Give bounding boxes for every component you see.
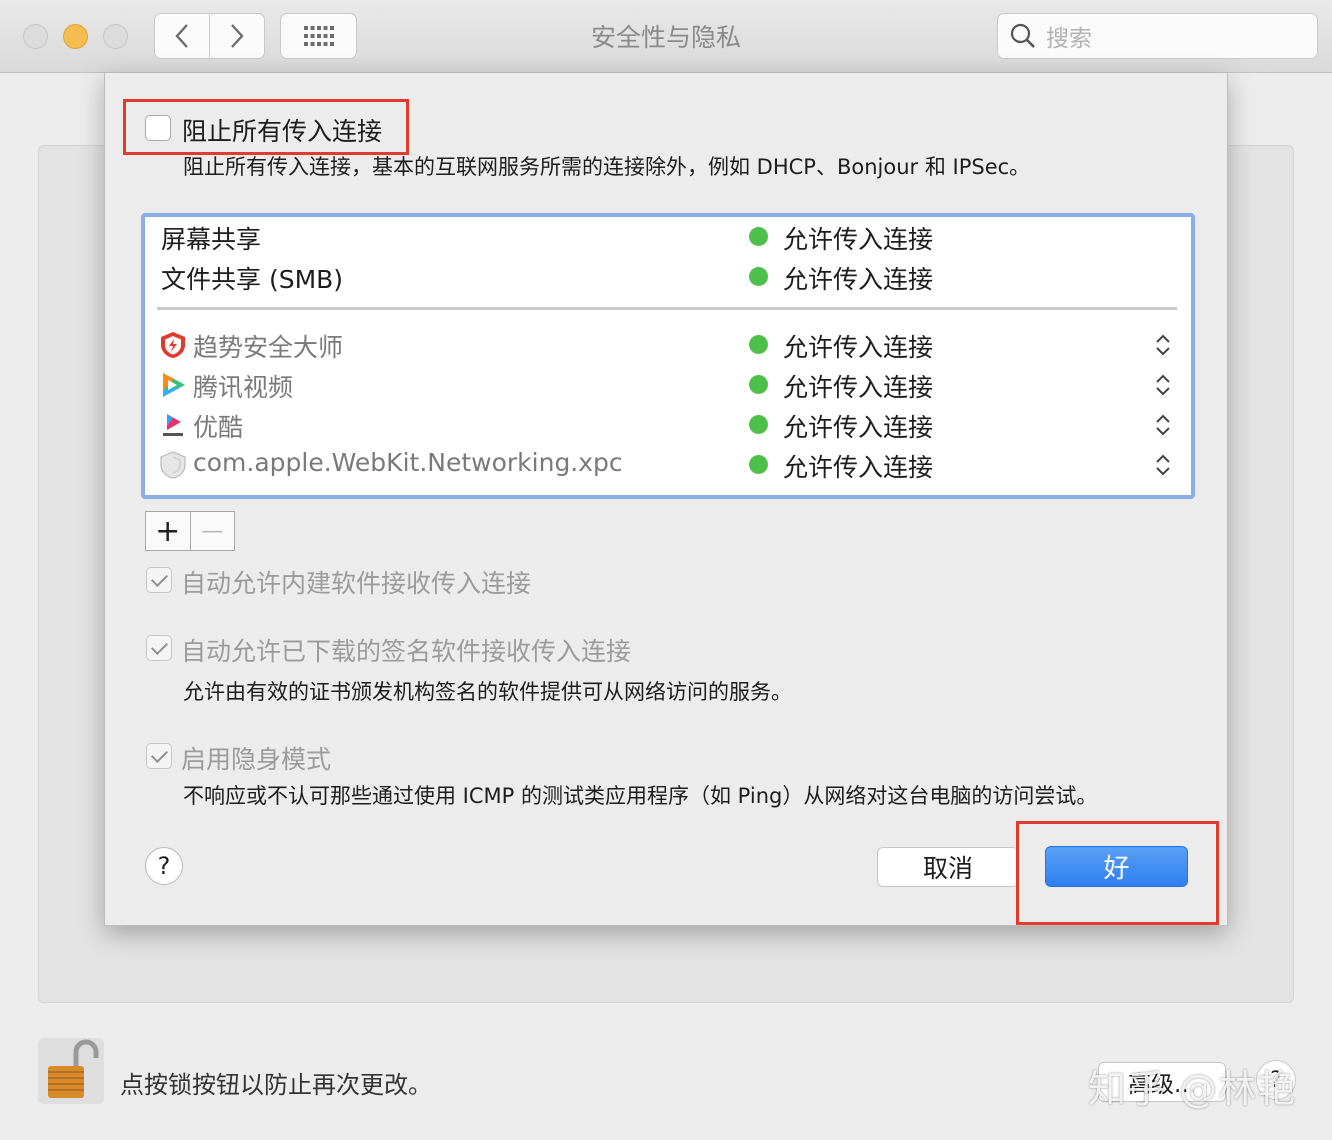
title-bar: 安全性与隐私 搜索 xyxy=(0,0,1332,73)
search-field[interactable]: 搜索 xyxy=(997,13,1318,59)
stealth-mode-checkbox[interactable] xyxy=(146,743,172,769)
stealth-mode-label: 启用隐身模式 xyxy=(181,745,332,774)
list-item[interactable]: 屏幕共享 允许传入连接 xyxy=(145,217,1191,257)
generic-app-icon xyxy=(160,451,186,479)
help-button[interactable]: ? xyxy=(145,847,183,885)
list-item[interactable]: 优酷 允许传入连接 xyxy=(145,405,1191,445)
youku-icon xyxy=(163,414,183,436)
auto-allow-builtin-checkbox[interactable] xyxy=(146,567,172,593)
app-status: 允许传入连接 xyxy=(783,373,934,402)
unlocked-padlock-icon xyxy=(48,1039,99,1098)
cancel-button[interactable]: 取消 xyxy=(877,847,1019,887)
search-placeholder: 搜索 xyxy=(1046,26,1092,52)
app-status: 允许传入连接 xyxy=(783,413,934,442)
app-status: 允许传入连接 xyxy=(783,453,934,482)
app-name: 腾讯视频 xyxy=(193,373,294,402)
list-item[interactable]: 腾讯视频 允许传入连接 xyxy=(145,365,1191,405)
watermark: 知乎 @林艳 xyxy=(1088,1067,1297,1111)
add-app-button[interactable]: + xyxy=(146,512,190,550)
app-status: 允许传入连接 xyxy=(783,333,934,362)
chevron-up-down-icon[interactable] xyxy=(1153,411,1173,439)
auto-allow-signed-checkbox[interactable] xyxy=(146,635,172,661)
tencent-video-icon xyxy=(163,373,185,397)
service-name: 文件共享 (SMB) xyxy=(161,265,344,294)
auto-allow-signed-label: 自动允许已下载的签名软件接收传入连接 xyxy=(181,637,632,666)
service-name: 屏幕共享 xyxy=(161,225,262,254)
list-item[interactable]: 文件共享 (SMB) 允许传入连接 xyxy=(145,257,1191,297)
list-separator xyxy=(157,307,1177,310)
chevron-up-down-icon[interactable] xyxy=(1153,451,1173,479)
add-remove-control: + — xyxy=(145,511,235,551)
status-dot xyxy=(749,415,768,434)
auto-allow-signed-description: 允许由有效的证书颁发机构签名的软件提供可从网络访问的服务。 xyxy=(183,680,792,704)
chevron-up-down-icon[interactable] xyxy=(1153,331,1173,359)
status-dot xyxy=(749,455,768,474)
app-name: 趋势安全大师 xyxy=(193,333,344,362)
remove-app-button[interactable]: — xyxy=(189,512,235,550)
search-icon xyxy=(1010,23,1035,48)
list-item[interactable]: 趋势安全大师 允许传入连接 xyxy=(145,325,1191,365)
list-item[interactable]: com.apple.WebKit.Networking.xpc 允许传入连接 xyxy=(145,445,1191,485)
lock-button[interactable] xyxy=(38,1038,104,1104)
firewall-options-sheet: 阻止所有传入连接 阻止所有传入连接，基本的互联网服务所需的连接除外，例如 DHC… xyxy=(104,73,1228,926)
lock-instruction: 点按锁按钮以防止再次更改。 xyxy=(120,1071,432,1099)
app-name: com.apple.WebKit.Networking.xpc xyxy=(193,448,623,477)
status-dot xyxy=(749,375,768,394)
service-status: 允许传入连接 xyxy=(783,225,934,254)
auto-allow-builtin-label: 自动允许内建软件接收传入连接 xyxy=(181,569,532,598)
highlight-box-block-all xyxy=(123,99,409,155)
block-all-description: 阻止所有传入连接，基本的互联网服务所需的连接除外，例如 DHCP、Bonjour… xyxy=(183,155,1031,179)
chevron-up-down-icon[interactable] xyxy=(1153,371,1173,399)
app-name: 优酷 xyxy=(193,413,244,442)
highlight-box-ok xyxy=(1016,821,1219,925)
trend-micro-icon xyxy=(161,332,185,358)
status-dot xyxy=(749,335,768,354)
firewall-rules-list[interactable]: 屏幕共享 允许传入连接 文件共享 (SMB) 允许传入连接 趋势安全大师 允许传… xyxy=(141,213,1195,499)
service-status: 允许传入连接 xyxy=(783,265,934,294)
stealth-mode-description: 不响应或不认可那些通过使用 ICMP 的测试类应用程序（如 Ping）从网络对这… xyxy=(183,784,1098,808)
status-dot xyxy=(749,227,768,246)
status-dot xyxy=(749,267,768,286)
